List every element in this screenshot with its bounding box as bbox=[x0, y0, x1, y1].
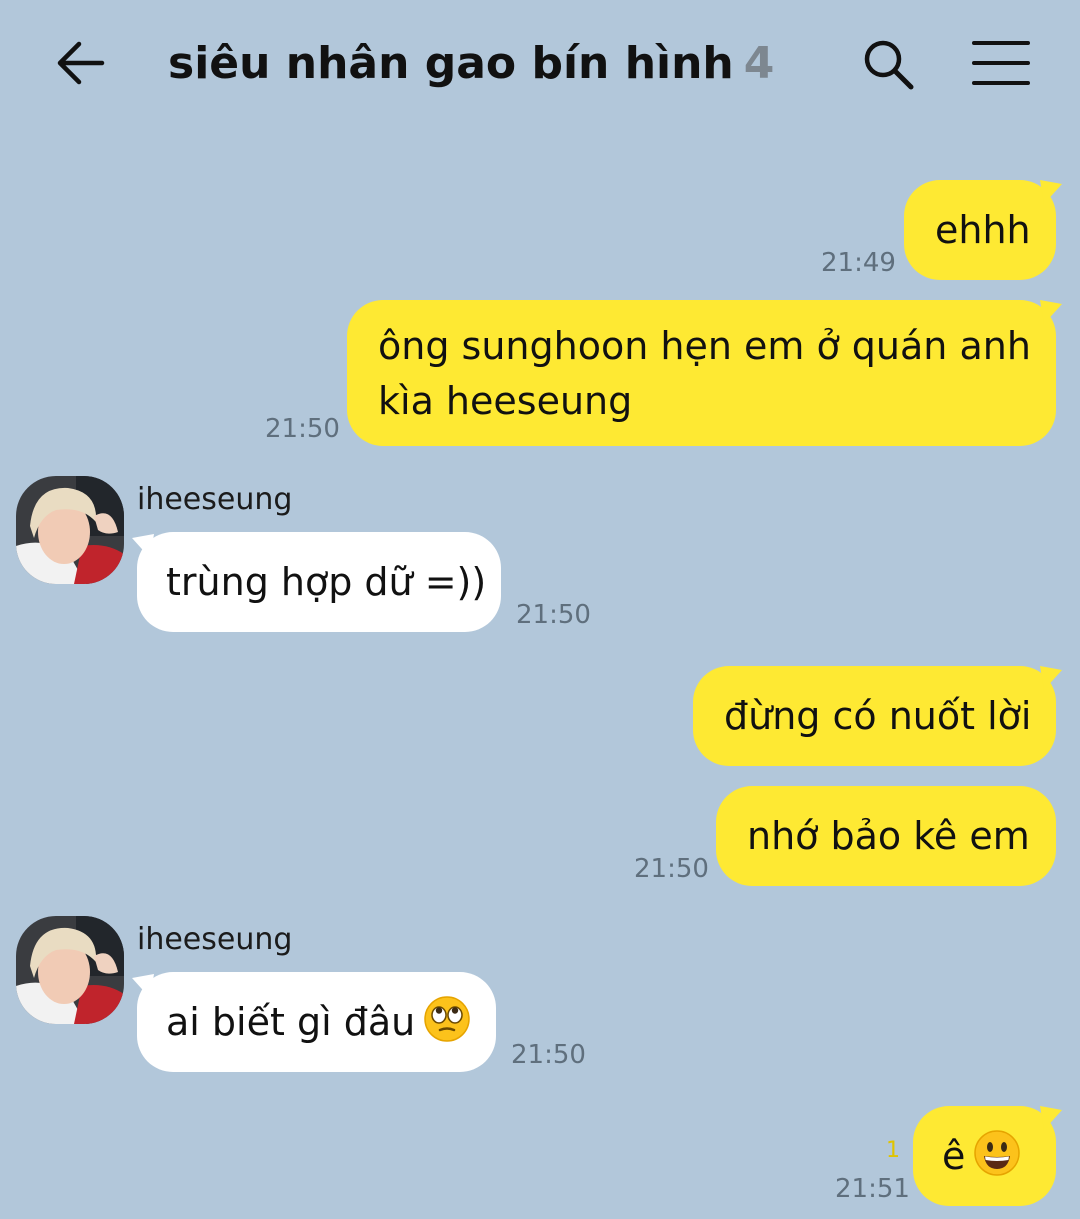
message-text: nhớ bảo kê em bbox=[747, 814, 1030, 858]
bubble-tail bbox=[1040, 180, 1062, 204]
message-text: ai biết gì đâu bbox=[166, 1000, 416, 1044]
sender-name: iheeseung bbox=[137, 922, 293, 957]
unread-count: 1 bbox=[886, 1138, 900, 1163]
bubble-tail bbox=[1040, 300, 1062, 324]
message-text-line: ông sunghoon hẹn em ở quán anh bbox=[378, 324, 1031, 368]
message-text: trùng hợp dữ =)) bbox=[166, 560, 487, 604]
message-text: đừng có nuốt lời bbox=[724, 694, 1032, 738]
message-time: 21:50 bbox=[511, 1040, 586, 1070]
chat-room-name: siêu nhân gao bín hình bbox=[168, 38, 734, 89]
message-bubble[interactable]: ehhh bbox=[904, 180, 1056, 280]
chat-header: siêu nhân gao bín hình 4 bbox=[0, 0, 1080, 128]
message-time: 21:50 bbox=[516, 600, 591, 630]
message-bubble[interactable]: trùng hợp dữ =)) bbox=[137, 532, 501, 632]
message-bubble[interactable]: nhớ bảo kê em bbox=[716, 786, 1056, 886]
message-text: ê bbox=[942, 1134, 966, 1178]
message-text: ehhh bbox=[935, 208, 1031, 252]
message-time: 21:50 bbox=[265, 414, 340, 444]
message-bubble[interactable]: đừng có nuốt lời bbox=[693, 666, 1056, 766]
message-time: 21:49 bbox=[821, 248, 896, 278]
avatar[interactable] bbox=[16, 916, 124, 1024]
avatar-photo bbox=[16, 916, 124, 1024]
menu-button[interactable] bbox=[970, 36, 1032, 92]
sender-name: iheeseung bbox=[137, 482, 293, 517]
hamburger-menu-icon bbox=[972, 41, 1030, 85]
grinning-emoji-icon bbox=[973, 1129, 1021, 1192]
message-bubble[interactable]: ông sunghoon hẹn em ở quán anh kìa heese… bbox=[347, 300, 1056, 446]
search-icon bbox=[864, 40, 914, 90]
message-bubble[interactable]: ai biết gì đâu bbox=[137, 972, 496, 1072]
bubble-tail bbox=[1040, 666, 1062, 690]
back-button[interactable] bbox=[52, 34, 110, 92]
back-arrow-icon bbox=[57, 41, 105, 85]
avatar[interactable] bbox=[16, 476, 124, 584]
message-time: 21:51 bbox=[835, 1174, 910, 1204]
message-time: 21:50 bbox=[634, 854, 709, 884]
member-count: 4 bbox=[743, 38, 775, 89]
bubble-tail bbox=[1040, 1106, 1062, 1130]
search-button[interactable] bbox=[860, 36, 916, 92]
message-bubble[interactable]: ê bbox=[913, 1106, 1056, 1206]
message-text-line: kìa heeseung bbox=[378, 379, 633, 423]
avatar-photo bbox=[16, 476, 124, 584]
rolling-eyes-emoji-icon bbox=[423, 995, 471, 1058]
chat-title: siêu nhân gao bín hình 4 bbox=[168, 34, 774, 94]
